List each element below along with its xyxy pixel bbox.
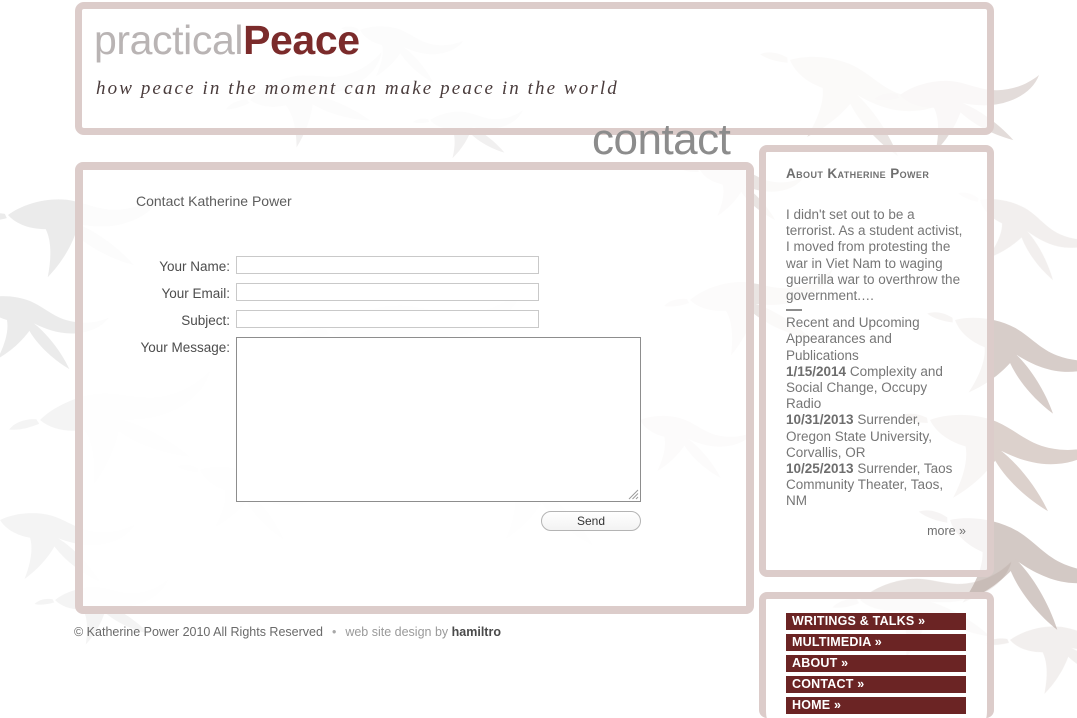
about-event-item: 10/25/2013 Surrender, Taos Community The… bbox=[786, 461, 966, 510]
about-event-item: 1/15/2014 Complexity and Social Change, … bbox=[786, 364, 966, 413]
about-more-link[interactable]: more » bbox=[786, 524, 966, 538]
about-event-date: 1/15/2014 bbox=[786, 363, 847, 379]
form-row-name: Your Name: bbox=[83, 256, 683, 278]
contact-form: Your Name: Your Email: Subject: Your Mes… bbox=[83, 256, 683, 531]
email-label: Your Email: bbox=[161, 286, 230, 301]
site-logo[interactable]: practicalPeace bbox=[94, 20, 360, 61]
content-heading: Contact Katherine Power bbox=[136, 193, 292, 209]
name-input[interactable] bbox=[236, 256, 539, 274]
nav-item-contact[interactable]: CONTACT » bbox=[786, 676, 966, 693]
nav-item-writings-talks[interactable]: WRITINGS & TALKS » bbox=[786, 613, 966, 630]
about-event-date: 10/25/2013 bbox=[786, 461, 854, 477]
about-events-list: 1/15/2014 Complexity and Social Change, … bbox=[786, 364, 966, 510]
about-event-item: 10/31/2013 Surrender, Oregon State Unive… bbox=[786, 412, 966, 461]
about-divider bbox=[786, 309, 802, 312]
logo-text-practical: practical bbox=[94, 17, 244, 63]
footer-copyright: © Katherine Power 2010 All Rights Reserv… bbox=[74, 625, 323, 639]
page-root: practicalPeace how peace in the moment c… bbox=[0, 0, 1077, 718]
send-spacer bbox=[83, 511, 236, 531]
subject-label: Subject: bbox=[181, 313, 230, 328]
form-row-subject: Subject: bbox=[83, 310, 683, 332]
about-title: About Katherine Power bbox=[786, 166, 930, 181]
footer: © Katherine Power 2010 All Rights Reserv… bbox=[74, 625, 501, 639]
message-label: Your Message: bbox=[140, 340, 230, 355]
site-tagline: how peace in the moment can make peace i… bbox=[96, 78, 619, 99]
form-row-email: Your Email: bbox=[83, 283, 683, 305]
main-navigation: WRITINGS & TALKS » MULTIMEDIA » ABOUT » CON… bbox=[786, 613, 966, 718]
email-input[interactable] bbox=[236, 283, 539, 301]
page-title: contact bbox=[592, 115, 731, 164]
footer-separator: • bbox=[331, 625, 337, 639]
footer-credit-link[interactable]: hamiltro bbox=[452, 625, 501, 639]
message-textarea-wrapper bbox=[236, 337, 641, 502]
nav-item-about[interactable]: ABOUT » bbox=[786, 655, 966, 672]
send-holder: Send bbox=[236, 511, 641, 531]
nav-item-home[interactable]: HOME » bbox=[786, 697, 966, 714]
logo-text-peace: Peace bbox=[243, 17, 360, 63]
about-panel-content: About Katherine Power I didn't set out t… bbox=[786, 166, 966, 510]
footer-credit-prefix: web site design by bbox=[345, 625, 449, 639]
message-textarea[interactable] bbox=[236, 337, 641, 502]
about-events-heading: Recent and Upcoming Appearances and Publ… bbox=[786, 315, 920, 363]
about-bio-text: I didn't set out to be a terrorist. As a… bbox=[786, 207, 963, 304]
about-body: I didn't set out to be a terrorist. As a… bbox=[786, 207, 966, 510]
nav-item-multimedia[interactable]: MULTIMEDIA » bbox=[786, 634, 966, 651]
form-row-send: Send bbox=[83, 511, 683, 531]
about-event-date: 10/31/2013 bbox=[786, 412, 854, 428]
subject-input[interactable] bbox=[236, 310, 539, 328]
form-row-message: Your Message: bbox=[83, 337, 683, 502]
name-label: Your Name: bbox=[159, 259, 230, 274]
send-button[interactable]: Send bbox=[541, 511, 641, 531]
